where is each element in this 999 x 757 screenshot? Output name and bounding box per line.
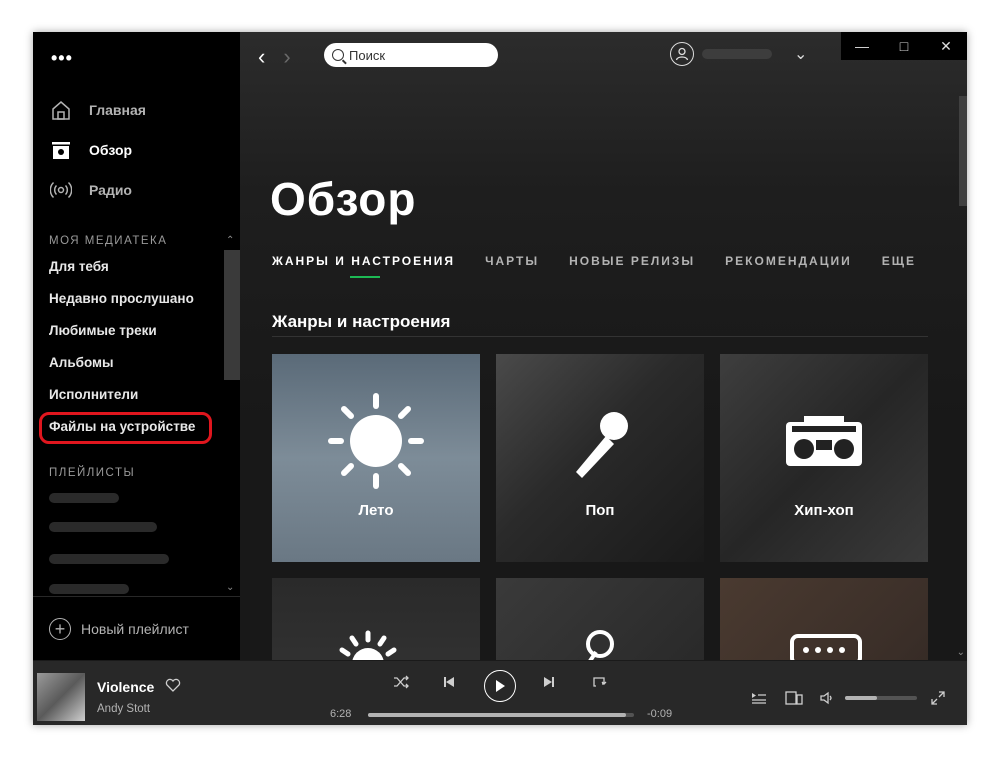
playlist-item[interactable]	[49, 584, 129, 594]
spotify-window: ••• Главная Обзор Радио МОЯ МЕДИАТЕКА ⌃ …	[33, 32, 967, 725]
fullscreen-icon[interactable]	[931, 691, 945, 708]
amplifier-icon	[790, 634, 862, 660]
player-bar: Violence Andy Stott 6:28 -0:09	[33, 660, 967, 725]
search-input[interactable]: Поиск	[324, 43, 498, 67]
devices-icon[interactable]	[785, 691, 803, 708]
playlist-item[interactable]	[49, 554, 169, 564]
main-scrollbar[interactable]	[959, 96, 967, 206]
repeat-icon[interactable]	[591, 675, 607, 692]
tile-label: Хип-хоп	[794, 502, 854, 519]
heart-icon[interactable]	[165, 677, 181, 698]
chevron-down-icon[interactable]: ⌄	[957, 647, 965, 658]
tab-recommendations[interactable]: РЕКОМЕНДАЦИИ	[725, 254, 852, 268]
sidebar-scrollbar[interactable]	[224, 250, 240, 380]
browse-tabs: ЖАНРЫ И НАСТРОЕНИЯ ЧАРТЫ НОВЫЕ РЕЛИЗЫ РЕ…	[272, 254, 916, 278]
progress-fill	[368, 713, 627, 717]
boombox-icon	[786, 416, 862, 466]
genre-tile-pop[interactable]: Поп	[496, 354, 704, 562]
tab-more[interactable]: ЕЩЕ	[882, 254, 916, 268]
tile-label: Поп	[585, 502, 615, 519]
next-icon[interactable]	[543, 675, 555, 691]
search-placeholder: Поиск	[349, 47, 386, 63]
divider	[33, 596, 240, 597]
album-cover[interactable]	[37, 673, 85, 721]
window-controls: — □ ✕	[841, 32, 967, 60]
sidebar: ••• Главная Обзор Радио МОЯ МЕДИАТЕКА ⌃ …	[33, 32, 240, 660]
section-title: Жанры и настроения	[272, 312, 451, 331]
tab-new-releases[interactable]: НОВЫЕ РЕЛИЗЫ	[569, 254, 695, 268]
genre-tile[interactable]	[496, 578, 704, 660]
library-item-local-files[interactable]: Файлы на устройстве	[49, 419, 195, 434]
nav-label: Обзор	[89, 142, 133, 158]
chevron-down-icon[interactable]: ⌄	[226, 582, 234, 593]
browse-icon	[49, 138, 73, 162]
chevron-down-icon: ⌄	[794, 46, 808, 63]
microphone-icon	[576, 412, 628, 478]
library-item-liked[interactable]: Любимые треки	[49, 323, 157, 338]
previous-icon[interactable]	[443, 675, 455, 691]
radio-icon	[49, 178, 73, 202]
maximize-button[interactable]: □	[883, 32, 925, 60]
elapsed-time: 6:28	[330, 708, 352, 720]
user-menu[interactable]: ⌄	[670, 42, 807, 66]
nav-label: Главная	[89, 102, 146, 118]
play-button[interactable]	[484, 670, 516, 702]
forward-arrow-icon[interactable]: ›	[283, 44, 290, 70]
username-blurred	[702, 49, 772, 59]
playlists-section-label: ПЛЕЙЛИСТЫ	[49, 467, 136, 479]
user-icon	[670, 42, 694, 66]
microphone-icon	[586, 630, 614, 660]
divider	[272, 336, 928, 337]
queue-icon[interactable]	[751, 691, 767, 708]
chevron-up-icon[interactable]: ⌃	[226, 235, 234, 246]
track-artist[interactable]: Andy Stott	[97, 703, 150, 715]
play-icon	[496, 680, 505, 692]
nav-home[interactable]: Главная	[49, 97, 146, 123]
history-nav: ‹ ›	[258, 44, 291, 70]
page-title: Обзор	[270, 173, 417, 225]
menu-dots-button[interactable]: •••	[51, 48, 73, 69]
sun-icon	[339, 630, 397, 660]
genre-tile-summer[interactable]: Лето	[272, 354, 480, 562]
new-playlist-button[interactable]: + Новый плейлист	[49, 618, 189, 640]
library-item-albums[interactable]: Альбомы	[49, 355, 114, 370]
shuffle-icon[interactable]	[393, 675, 409, 692]
sun-icon	[328, 393, 424, 489]
library-item-for-you[interactable]: Для тебя	[49, 259, 109, 274]
volume-slider[interactable]	[845, 696, 917, 700]
new-playlist-label: Новый плейлист	[81, 621, 189, 637]
back-arrow-icon[interactable]: ‹	[258, 44, 265, 70]
playlist-item[interactable]	[49, 493, 119, 503]
nav-browse[interactable]: Обзор	[49, 137, 132, 163]
library-item-recent[interactable]: Недавно прослушано	[49, 291, 194, 306]
playlist-item[interactable]	[49, 522, 157, 532]
tab-genres[interactable]: ЖАНРЫ И НАСТРОЕНИЯ	[272, 254, 455, 278]
remaining-time: -0:09	[647, 708, 673, 720]
tab-charts[interactable]: ЧАРТЫ	[485, 254, 539, 268]
search-icon	[332, 49, 344, 61]
volume-icon[interactable]	[820, 691, 834, 708]
progress-bar[interactable]	[368, 713, 634, 717]
main-content: ‹ › Поиск ⌄ — □ ✕ Обзор ЖАНРЫ И НАСТРОЕН…	[240, 32, 967, 660]
library-section-label: МОЯ МЕДИАТЕКА	[49, 235, 168, 247]
nav-radio[interactable]: Радио	[49, 177, 132, 203]
close-button[interactable]: ✕	[925, 32, 967, 60]
genre-tile[interactable]	[272, 578, 480, 660]
tile-label: Лето	[358, 502, 394, 519]
genre-tile-hiphop[interactable]: Хип-хоп	[720, 354, 928, 562]
home-icon	[49, 98, 73, 122]
volume-fill	[845, 696, 878, 700]
minimize-button[interactable]: —	[841, 32, 883, 60]
track-title[interactable]: Violence	[97, 679, 154, 695]
plus-icon: +	[49, 618, 71, 640]
library-item-artists[interactable]: Исполнители	[49, 387, 138, 402]
genre-tile[interactable]	[720, 578, 928, 660]
nav-label: Радио	[89, 182, 132, 198]
